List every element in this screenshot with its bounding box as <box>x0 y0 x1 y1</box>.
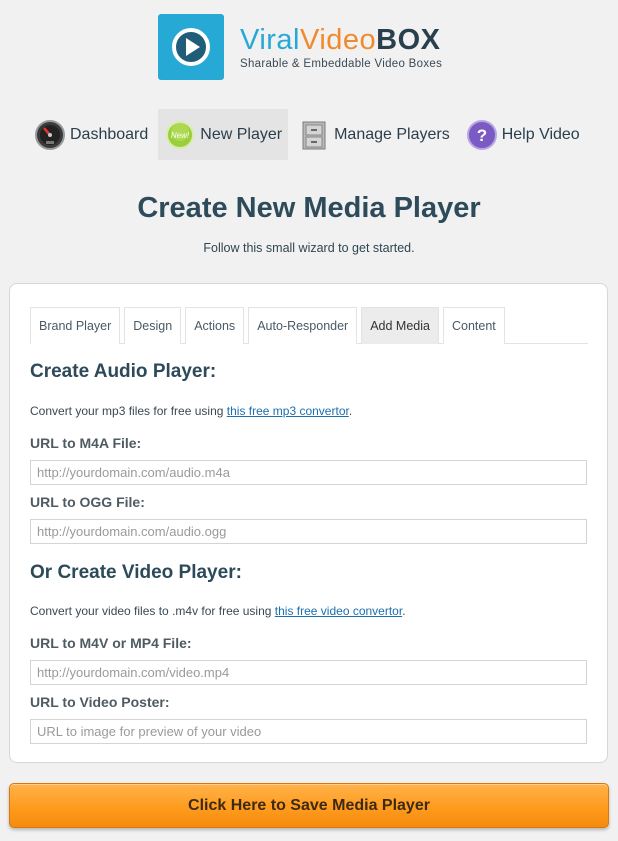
ogg-url-input[interactable] <box>30 519 587 544</box>
logo-tagline: Sharable & Embeddable Video Boxes <box>240 57 443 70</box>
audio-section-title: Create Audio Player: <box>30 361 217 382</box>
play-icon <box>158 14 224 80</box>
nav-item-new-player[interactable]: New! New Player <box>158 109 289 160</box>
video-convertor-link[interactable]: this free video convertor <box>275 604 402 618</box>
media-panel: Brand Player Design Actions Auto-Respond… <box>9 283 608 763</box>
tab-auto-responder[interactable]: Auto-Responder <box>248 307 358 344</box>
nav-item-dashboard[interactable]: Dashboard <box>28 109 154 160</box>
file-cabinet-icon <box>298 119 330 151</box>
m4v-url-input[interactable] <box>30 660 587 685</box>
svg-text:New!: New! <box>171 131 190 140</box>
nav-item-help-video[interactable]: ? Help Video <box>460 109 586 160</box>
logo-wordmark: ViralVideoBOX <box>240 23 441 56</box>
nav-label: Manage Players <box>334 125 450 143</box>
nav-item-manage-players[interactable]: Manage Players <box>292 109 456 160</box>
ogg-label: URL to OGG File: <box>30 494 145 510</box>
logo: ViralVideoBOX Sharable & Embeddable Vide… <box>158 14 442 80</box>
nav-label: Help Video <box>501 125 580 143</box>
poster-url-input[interactable] <box>30 719 587 744</box>
save-media-player-button[interactable]: Click Here to Save Media Player <box>9 783 609 828</box>
m4v-label: URL to M4V or MP4 File: <box>30 635 192 651</box>
speedometer-icon <box>34 119 66 151</box>
tab-brand-player[interactable]: Brand Player <box>30 307 121 344</box>
tab-add-media[interactable]: Add Media <box>361 307 439 344</box>
tab-content[interactable]: Content <box>442 307 505 344</box>
main-nav: Dashboard New! New Player Manage Players <box>28 109 590 160</box>
m4a-url-input[interactable] <box>30 460 587 485</box>
tab-design[interactable]: Design <box>124 307 182 344</box>
m4a-label: URL to M4A File: <box>30 435 142 451</box>
tab-actions[interactable]: Actions <box>185 307 245 344</box>
new-badge-icon: New! <box>164 119 196 151</box>
mp3-convertor-link[interactable]: this free mp3 convertor <box>227 404 349 418</box>
wizard-tabs: Brand Player Design Actions Auto-Respond… <box>30 307 588 344</box>
video-hint: Convert your video files to .m4v for fre… <box>30 604 406 618</box>
audio-hint: Convert your mp3 files for free using th… <box>30 404 353 418</box>
question-icon: ? <box>466 119 498 151</box>
poster-label: URL to Video Poster: <box>30 694 170 710</box>
video-section-title: Or Create Video Player: <box>30 562 242 583</box>
nav-label: New Player <box>200 125 283 143</box>
page-title: Create New Media Player <box>137 192 481 224</box>
svg-text:?: ? <box>477 126 487 145</box>
nav-label: Dashboard <box>70 125 149 143</box>
page-subtitle: Follow this small wizard to get started. <box>203 241 415 255</box>
